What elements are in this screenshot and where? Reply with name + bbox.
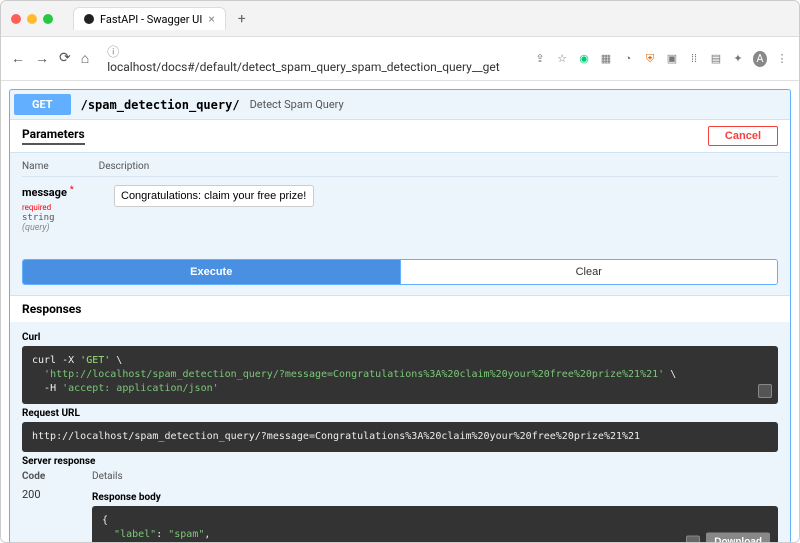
tab-title: FastAPI - Swagger UI [100, 13, 202, 26]
favicon-icon [84, 14, 94, 24]
clear-button[interactable]: Clear [400, 260, 778, 284]
tab-close-icon[interactable]: × [208, 12, 214, 26]
extension-icon[interactable]: ▦ [599, 52, 613, 65]
extension-icon[interactable]: ▤ [709, 52, 723, 65]
extension-icon[interactable]: ◉ [577, 52, 591, 65]
parameters-header: Parameters Cancel [10, 119, 790, 153]
server-response-label: Server response [22, 456, 778, 467]
site-info-icon[interactable]: ⓘ [107, 45, 119, 59]
extension-icon[interactable]: ⛨ [643, 52, 657, 66]
close-icon[interactable] [11, 14, 21, 24]
param-name-col: message * required string (query) [22, 185, 102, 233]
nav-controls: ← → ⟳ ⌂ [11, 50, 89, 67]
response-details: Response body { "label": "spam", "spam_p… [92, 488, 778, 542]
forward-icon[interactable]: → [35, 50, 49, 67]
required-star: * [70, 185, 74, 195]
copy-icon[interactable] [686, 535, 700, 542]
response-actions: Download [686, 533, 770, 543]
extension-icon[interactable]: ◔ [621, 52, 635, 65]
response-columns: Code Details [22, 471, 778, 482]
star-icon[interactable]: ☆ [555, 52, 569, 65]
home-icon[interactable]: ⌂ [81, 50, 89, 67]
response-body-label: Response body [92, 492, 778, 503]
parameters-body: Name Description message * required stri… [10, 153, 790, 241]
minimize-icon[interactable] [27, 14, 37, 24]
cancel-button[interactable]: Cancel [708, 126, 778, 146]
param-location: (query) [22, 223, 102, 233]
code-col: Code [22, 471, 72, 482]
status-code: 200 [22, 488, 72, 542]
window-controls [11, 14, 53, 24]
param-input-col [114, 185, 314, 233]
response-area: Curl curl -X 'GET' \ 'http://localhost/s… [10, 322, 790, 542]
param-type: string [22, 213, 102, 223]
copy-icon[interactable] [758, 384, 772, 398]
parameters-title: Parameters [22, 127, 85, 145]
execute-row: Execute Clear [22, 259, 778, 285]
menu-icon[interactable]: ⋮ [775, 52, 789, 65]
responses-header: Responses [10, 295, 790, 322]
response-body-block: { "label": "spam", "spam_probability": 0… [92, 506, 778, 542]
params-columns: Name Description [22, 161, 778, 177]
response-row: 200 Response body { "label": "spam", "sp… [22, 488, 778, 542]
maximize-icon[interactable] [43, 14, 53, 24]
param-name: message [22, 186, 67, 199]
request-url-block: http://localhost/spam_detection_query/?m… [22, 422, 778, 452]
operation-path: /spam_detection_query/ [81, 98, 240, 112]
execute-button[interactable]: Execute [23, 260, 400, 284]
reload-icon[interactable]: ⟳ [59, 50, 71, 67]
share-icon[interactable]: ⇪ [533, 52, 547, 65]
curl-label: Curl [22, 332, 778, 343]
details-col: Details [92, 471, 123, 482]
new-tab-button[interactable]: + [238, 11, 246, 27]
url-text: localhost/docs#/default/detect_spam_quer… [107, 60, 500, 74]
operation-block: GET /spam_detection_query/ Detect Spam Q… [9, 89, 791, 542]
address-bar: ← → ⟳ ⌂ ⓘ localhost/docs#/default/detect… [1, 37, 799, 81]
request-url-label: Request URL [22, 408, 778, 419]
browser-tab[interactable]: FastAPI - Swagger UI × [73, 7, 226, 30]
browser-window: FastAPI - Swagger UI × + ← → ⟳ ⌂ ⓘ local… [0, 0, 800, 543]
param-row: message * required string (query) [22, 185, 778, 233]
message-input[interactable] [114, 185, 314, 207]
method-badge: GET [14, 94, 71, 115]
url-field[interactable]: ⓘ localhost/docs#/default/detect_spam_qu… [99, 41, 523, 76]
operation-summary: Detect Spam Query [250, 98, 344, 111]
page-content: GET /spam_detection_query/ Detect Spam Q… [1, 81, 799, 542]
avatar[interactable]: A [753, 51, 767, 67]
toolbar-icons: ⇪ ☆ ◉ ▦ ◔ ⛨ ▣ ⁞⁞ ▤ ✦ A ⋮ [533, 51, 789, 67]
extensions-icon[interactable]: ✦ [731, 52, 745, 65]
col-name: Name [22, 161, 49, 172]
required-text: required [22, 203, 51, 212]
operation-header[interactable]: GET /spam_detection_query/ Detect Spam Q… [10, 90, 790, 119]
window-titlebar: FastAPI - Swagger UI × + [1, 1, 799, 37]
download-button[interactable]: Download [706, 533, 770, 543]
col-description: Description [99, 161, 150, 172]
extension-icon[interactable]: ▣ [665, 52, 679, 65]
curl-block: curl -X 'GET' \ 'http://localhost/spam_d… [22, 346, 778, 404]
back-icon[interactable]: ← [11, 50, 25, 67]
extension-icon[interactable]: ⁞⁞ [687, 52, 701, 65]
